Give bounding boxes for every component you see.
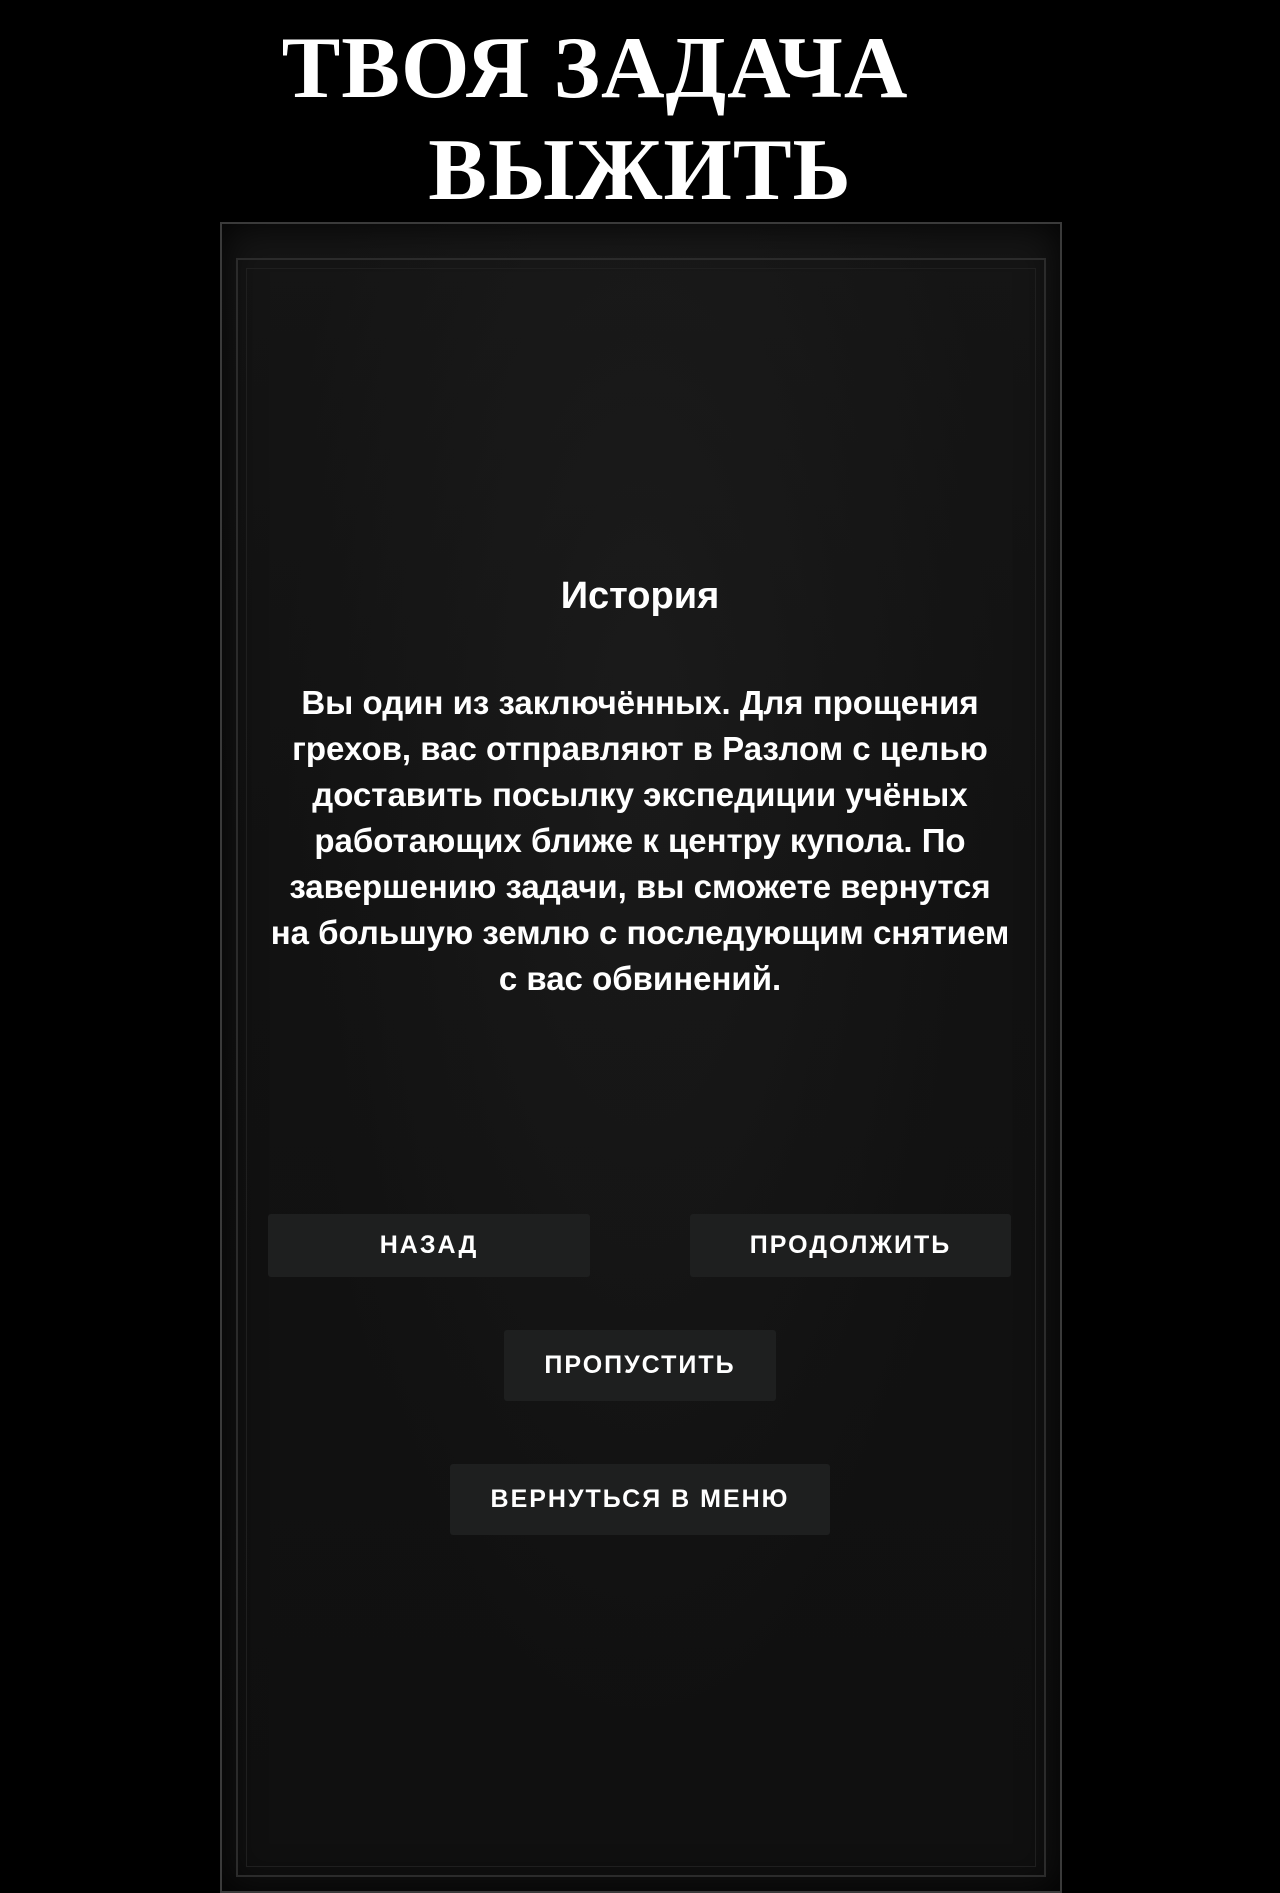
return-to-menu-button[interactable]: ВЕРНУТЬСЯ В МЕНЮ: [450, 1464, 830, 1535]
back-button[interactable]: НАЗАД: [268, 1214, 590, 1277]
panel-frame: [236, 258, 1046, 1877]
story-panel: [220, 222, 1062, 1893]
story-text: Вы один из заключённых. Для прощения гре…: [270, 684, 1010, 997]
story-title: История: [560, 575, 720, 617]
continue-button[interactable]: ПРОДОЛЖИТЬ: [690, 1214, 1011, 1277]
headline: ТВОЯ ЗАДАЧА ВЫЖИТЬ: [0, 18, 1280, 222]
headline-line-1: ТВОЯ ЗАДАЧА: [281, 20, 909, 117]
skip-button[interactable]: ПРОПУСТИТЬ: [504, 1330, 776, 1401]
headline-line-2: ВЫЖИТЬ: [428, 122, 852, 219]
